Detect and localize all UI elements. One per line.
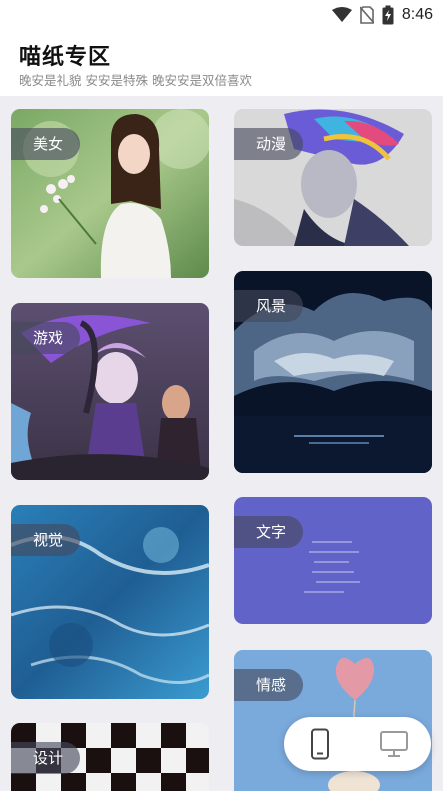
category-label: 设计 (11, 742, 81, 774)
device-toggle (284, 717, 431, 771)
category-label: 情感 (234, 669, 304, 701)
category-label: 视觉 (11, 524, 81, 556)
category-card-text[interactable]: 文字 (234, 497, 432, 624)
category-card-visual[interactable]: 视觉 (11, 505, 209, 699)
page-header: 喵纸专区 晚安是礼貌 安安是特殊 晚安安是双倍喜欢 (0, 30, 443, 96)
page-title: 喵纸专区 (19, 45, 112, 70)
no-sim-icon (359, 6, 374, 24)
monitor-icon (380, 731, 408, 757)
category-card-game[interactable]: 游戏 (11, 303, 209, 480)
category-label: 风景 (234, 290, 304, 322)
status-bar: 8:46 (0, 0, 443, 30)
category-grid: 美女 动漫 游戏 风景 视觉 文字 设计 情感 (0, 96, 443, 791)
clock: 8:46 (401, 6, 433, 23)
category-card-design[interactable]: 设计 (11, 723, 209, 791)
category-label: 动漫 (234, 128, 304, 160)
category-label: 文字 (234, 516, 304, 548)
desktop-button[interactable] (378, 728, 410, 760)
category-card-scenery[interactable]: 风景 (234, 271, 432, 473)
wifi-icon (331, 7, 352, 22)
phone-button[interactable] (304, 728, 336, 760)
category-label: 游戏 (11, 322, 81, 354)
category-label: 美女 (11, 128, 81, 160)
category-card-anime[interactable]: 动漫 (234, 109, 432, 246)
category-card-beauty[interactable]: 美女 (11, 109, 209, 278)
battery-charging-icon (382, 5, 394, 25)
phone-icon (311, 728, 329, 760)
page-subtitle: 晚安是礼貌 安安是特殊 晚安安是双倍喜欢 (19, 73, 252, 88)
